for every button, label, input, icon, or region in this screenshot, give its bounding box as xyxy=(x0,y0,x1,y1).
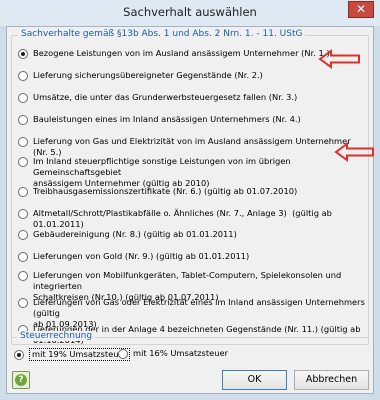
radio-nr8[interactable] xyxy=(18,230,28,240)
option-label: mit 19% Umsatzsteuer xyxy=(29,348,130,361)
radio-nr6[interactable] xyxy=(18,187,28,197)
option-nr9[interactable]: Lieferungen von Gold (Nr. 9.) (gültig ab… xyxy=(18,251,249,262)
option-nr8[interactable]: Gebäudereinigung (Nr. 8.) (gültig ab 01.… xyxy=(18,229,237,240)
option-nr4[interactable]: Bauleistungen eines im Inland ansässigen… xyxy=(18,114,301,125)
title-bar[interactable]: Sachverhalt auswählen ✕ xyxy=(0,0,380,26)
option-label: Lieferung von Gas und Elektrizität von i… xyxy=(33,136,354,157)
radio-16-percent[interactable] xyxy=(118,349,128,359)
radio-gas-inland[interactable] xyxy=(18,298,28,308)
radio-nr4[interactable] xyxy=(18,115,28,125)
close-button[interactable]: ✕ xyxy=(348,1,374,18)
steuerrechnung-legend: Steuerrechnung xyxy=(17,331,96,341)
radio-nr3[interactable] xyxy=(18,93,28,103)
option-16-percent[interactable]: mit 16% Umsatzsteuer xyxy=(118,348,228,359)
option-label: Umsätze, die unter das Grunderwerbsteuer… xyxy=(33,92,298,102)
radio-nr9[interactable] xyxy=(18,252,28,262)
option-label: Gebäudereinigung (Nr. 8.) (gültig ab 01.… xyxy=(33,229,237,239)
option-label: Lieferungen von Gold (Nr. 9.) (gültig ab… xyxy=(33,251,250,261)
option-label: Im Inland steuerpflichtige sonstige Leis… xyxy=(33,156,291,188)
radio-nr7[interactable] xyxy=(18,209,28,219)
option-nr7[interactable]: Altmetall/Schrott/Plastikabfälle o. Ähnl… xyxy=(18,208,368,230)
option-eu-leistungen[interactable]: Im Inland steuerpflichtige sonstige Leis… xyxy=(18,156,368,189)
annotation-arrow-icon xyxy=(318,49,360,69)
help-button[interactable]: ? xyxy=(12,371,30,389)
option-nr5[interactable]: Lieferung von Gas und Elektrizität von i… xyxy=(18,136,368,158)
window-title: Sachverhalt auswählen xyxy=(123,5,257,19)
radio-nr1[interactable] xyxy=(18,49,28,59)
option-label: Bezogene Leistungen von im Ausland ansäs… xyxy=(33,48,330,58)
option-19-percent[interactable]: mit 19% Umsatzsteuer xyxy=(14,348,130,361)
option-nr6[interactable]: Treibhausgasemissionszertifikate (Nr. 6.… xyxy=(18,186,297,197)
option-nr1[interactable]: Bezogene Leistungen von im Ausland ansäs… xyxy=(18,48,330,59)
steuerrechnung-group: Steuerrechnung mit 19% Umsatzsteuer mit … xyxy=(11,331,369,365)
radio-19-percent[interactable] xyxy=(14,350,24,360)
sachverhalte-legend: Sachverhalte gemäß §13b Abs. 1 und Abs. … xyxy=(18,29,306,39)
option-label: Altmetall/Schrott/Plastikabfälle o. Ähnl… xyxy=(33,208,335,229)
radio-nr5[interactable] xyxy=(18,137,28,147)
dialog-window: Sachverhalt auswählen ✕ Sachverhalte gem… xyxy=(0,0,380,400)
radio-eu-leistungen[interactable] xyxy=(18,157,28,167)
option-label: Bauleistungen eines im Inland ansässigen… xyxy=(33,114,301,124)
help-icon: ? xyxy=(15,374,27,386)
option-label: Treibhausgasemissionszertifikate (Nr. 6.… xyxy=(33,186,298,196)
close-icon: ✕ xyxy=(355,2,367,16)
option-label: mit 16% Umsatzsteuer xyxy=(133,348,228,358)
annotation-arrow-icon xyxy=(334,142,374,162)
ok-button[interactable]: OK xyxy=(222,370,287,390)
option-label: Lieferung sicherungsübereigneter Gegenst… xyxy=(33,70,263,80)
option-nr3[interactable]: Umsätze, die unter das Grunderwerbsteuer… xyxy=(18,92,297,103)
radio-nr10[interactable] xyxy=(18,271,28,281)
cancel-button[interactable]: Abbrechen xyxy=(294,370,369,390)
option-nr2[interactable]: Lieferung sicherungsübereigneter Gegenst… xyxy=(18,70,263,81)
dialog-body: Sachverhalte gemäß §13b Abs. 1 und Abs. … xyxy=(6,26,374,394)
radio-nr2[interactable] xyxy=(18,71,28,81)
sachverhalte-group: Sachverhalte gemäß §13b Abs. 1 und Abs. … xyxy=(11,29,369,345)
